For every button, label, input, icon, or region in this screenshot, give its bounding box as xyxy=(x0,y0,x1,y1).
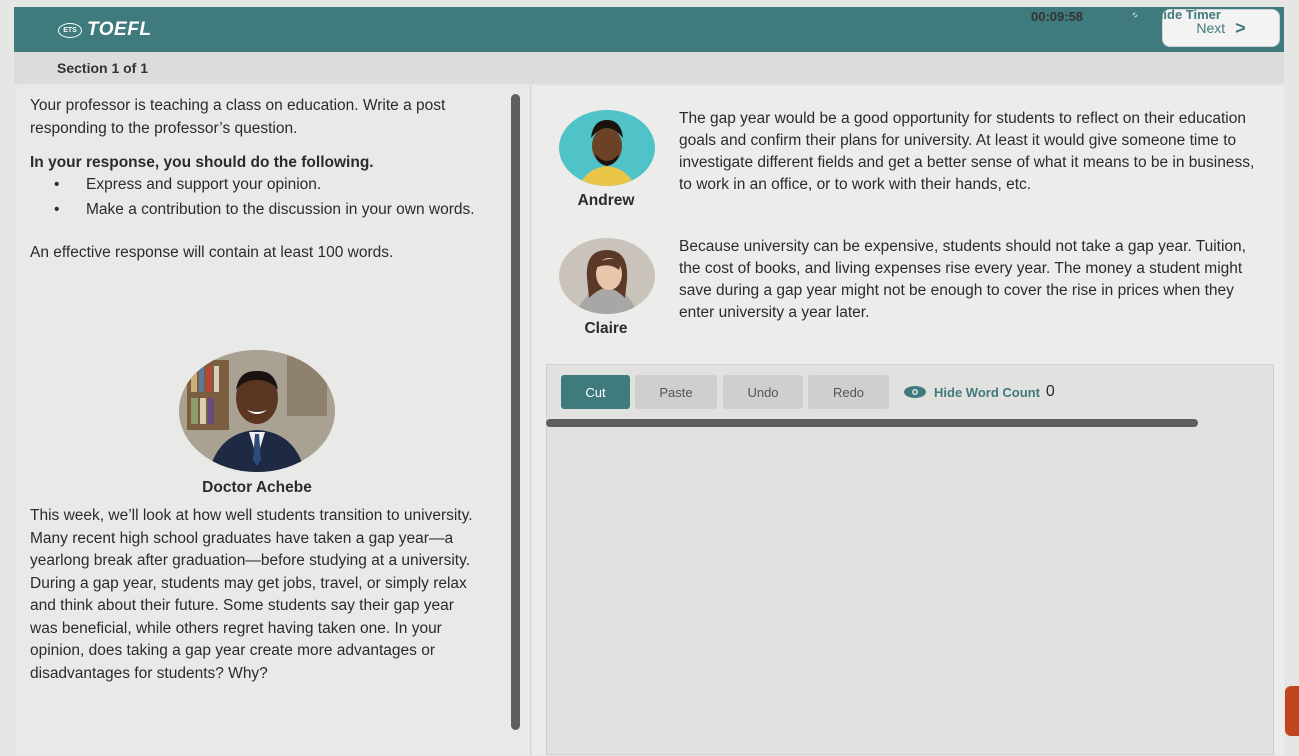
hide-word-count-label: Hide Word Count xyxy=(934,384,1040,400)
andrew-avatar xyxy=(559,110,655,186)
section-label: Section 1 of 1 xyxy=(57,60,149,76)
andrew-name: Andrew xyxy=(577,192,635,209)
claire-post: Because university can be expensive, stu… xyxy=(679,238,1246,321)
next-button-label: Next xyxy=(1196,20,1226,36)
toefl-wordmark: TOEFL xyxy=(87,19,152,40)
top-bar: ETS TOEFL xyxy=(14,7,1284,52)
redo-button[interactable]: Redo xyxy=(808,375,889,409)
paste-button[interactable]: Paste xyxy=(635,375,717,409)
eye-icon xyxy=(904,386,926,398)
prompt-scrollbar[interactable] xyxy=(511,94,520,730)
instructions-bullet: Express and support your opinion. xyxy=(30,174,480,196)
instructions-intro: Your professor is teaching a class on ed… xyxy=(30,97,446,137)
hide-timer-label: Hide Timer xyxy=(1154,7,1221,22)
eye-slash-icon xyxy=(1126,7,1144,22)
instructions: Your professor is teaching a class on ed… xyxy=(30,94,480,264)
ets-badge: ETS xyxy=(58,22,82,38)
professor-name: Doctor Achebe xyxy=(202,479,312,496)
instructions-list: Express and support your opinion. Make a… xyxy=(30,174,480,221)
word-count: 0 xyxy=(1045,383,1055,400)
timer: 00:09:58 xyxy=(1031,9,1084,24)
cut-button[interactable]: Cut xyxy=(561,375,630,409)
hide-word-count-button[interactable]: Hide Word Count 0 xyxy=(903,383,1055,401)
andrew-post: The gap year would be a good opportunity… xyxy=(679,110,1255,193)
professor-avatar xyxy=(179,350,335,472)
claire-avatar xyxy=(559,238,655,314)
editor-toolbar-scrollbar[interactable] xyxy=(546,419,1198,427)
toefl-logo: ETS TOEFL xyxy=(58,19,151,41)
section-bar: Section 1 of 1 xyxy=(14,52,1284,84)
instructions-heading: In your response, you should do the foll… xyxy=(30,154,374,171)
professor-question: This week, we’ll look at how well studen… xyxy=(30,507,473,682)
chevron-right-icon: > xyxy=(1235,17,1246,38)
instructions-bullet: Make a contribution to the discussion in… xyxy=(30,199,480,221)
claire-name: Claire xyxy=(584,320,628,337)
length-note: An effective response will contain at le… xyxy=(30,244,394,261)
side-tab[interactable] xyxy=(1285,686,1299,736)
undo-button[interactable]: Undo xyxy=(723,375,803,409)
response-textarea[interactable] xyxy=(548,430,1276,756)
hide-timer-button[interactable]: Hide Timer xyxy=(1124,7,1221,22)
